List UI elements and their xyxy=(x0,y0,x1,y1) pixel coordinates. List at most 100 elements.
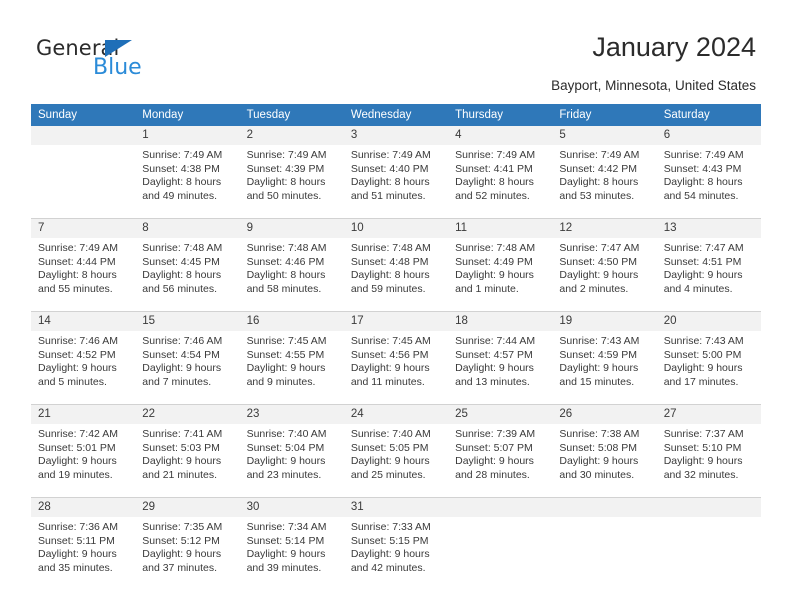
calendar-day-cell[interactable]: 23 Sunrise: 7:40 AM Sunset: 5:04 PM Dayligh… xyxy=(239,404,344,498)
day-number: 21 xyxy=(31,405,136,424)
calendar-day-cell[interactable]: 6 Sunrise: 7:49 AM Sunset: 4:43 PM Daylight… xyxy=(656,126,761,219)
day-number: 30 xyxy=(239,498,344,517)
sunrise-time: Sunrise: 7:49 AM xyxy=(663,149,744,161)
day-sun-info: Sunrise: 7:49 AM Sunset: 4:41 PM Daylight:… xyxy=(448,145,552,203)
daylight-duration-line1: Daylight: 8 hours xyxy=(663,176,743,189)
day-number: 10 xyxy=(343,219,449,238)
calendar-day-cell[interactable]: 2 Sunrise: 7:49 AM Sunset: 4:39 PM Daylight… xyxy=(239,126,344,219)
calendar-day-cell[interactable]: 8 Sunrise: 7:48 AM Sunset: 4:45 PM Daylight… xyxy=(135,218,240,312)
calendar-week-row: 28 Sunrise: 7:36 AM Sunset: 5:11 PM Dayligh… xyxy=(31,497,761,590)
calendar-day-cell[interactable]: 27 Sunrise: 7:37 AM Sunset: 5:10 PM Dayligh… xyxy=(656,404,761,498)
day-sun-info: Sunrise: 7:45 AM Sunset: 4:56 PM Daylight:… xyxy=(344,331,448,389)
day-number: 8 xyxy=(135,219,240,238)
day-sun-info: Sunrise: 7:46 AM Sunset: 4:54 PM Daylight:… xyxy=(135,331,239,389)
calendar-day-cell[interactable]: 15 Sunrise: 7:46 AM Sunset: 4:54 PM Dayligh… xyxy=(135,311,240,405)
daylight-duration-line2: and 51 minutes. xyxy=(350,189,426,202)
calendar-day-cell[interactable]: 22 Sunrise: 7:41 AM Sunset: 5:03 PM Dayligh… xyxy=(135,404,240,498)
daylight-duration-line1: Daylight: 8 hours xyxy=(246,176,326,189)
calendar-day-cell[interactable]: 24 Sunrise: 7:40 AM Sunset: 5:05 PM Dayligh… xyxy=(343,404,449,498)
calendar-day-cell[interactable]: 30 Sunrise: 7:34 AM Sunset: 5:14 PM Dayligh… xyxy=(239,497,344,590)
day-number: 11 xyxy=(448,219,553,238)
calendar-day-cell[interactable]: 18 Sunrise: 7:44 AM Sunset: 4:57 PM Dayligh… xyxy=(448,311,553,405)
daylight-duration-line2: and 7 minutes. xyxy=(142,375,212,388)
sunrise-time: Sunrise: 7:48 AM xyxy=(142,242,223,254)
day-sun-info: Sunrise: 7:48 AM Sunset: 4:45 PM Daylight:… xyxy=(135,238,239,296)
day-number: 4 xyxy=(448,126,553,145)
day-sun-info: Sunrise: 7:49 AM Sunset: 4:43 PM Daylight:… xyxy=(657,145,761,203)
sunset-time: Sunset: 5:00 PM xyxy=(663,348,742,361)
calendar-day-cell[interactable]: 12 Sunrise: 7:47 AM Sunset: 4:50 PM Dayligh… xyxy=(552,218,657,312)
day-sun-info: Sunrise: 7:47 AM Sunset: 4:51 PM Daylight:… xyxy=(657,238,761,296)
calendar-day-cell[interactable]: 4 Sunrise: 7:49 AM Sunset: 4:41 PM Daylight… xyxy=(448,126,553,219)
calendar-day-cell[interactable]: 26 Sunrise: 7:38 AM Sunset: 5:08 PM Dayligh… xyxy=(552,404,657,498)
calendar-day-cell[interactable]: 5 Sunrise: 7:49 AM Sunset: 4:42 PM Daylight… xyxy=(552,126,657,219)
daylight-duration-line1: Daylight: 8 hours xyxy=(38,269,117,282)
daylight-duration-line2: and 15 minutes. xyxy=(559,375,635,388)
weekday-header-tuesday: Tuesday xyxy=(239,104,344,126)
daylight-duration-line2: and 30 minutes. xyxy=(559,468,635,481)
day-sun-info: Sunrise: 7:39 AM Sunset: 5:07 PM Daylight:… xyxy=(448,424,552,482)
daylight-duration-line2: and 59 minutes. xyxy=(350,282,426,295)
sunset-time: Sunset: 4:51 PM xyxy=(663,255,742,268)
sunset-time: Sunset: 4:40 PM xyxy=(350,162,429,175)
day-number: 17 xyxy=(343,312,449,331)
sunset-time: Sunset: 4:39 PM xyxy=(246,162,325,175)
sunrise-time: Sunrise: 7:47 AM xyxy=(663,242,744,254)
calendar-day-cell[interactable]: 20 Sunrise: 7:43 AM Sunset: 5:00 PM Dayligh… xyxy=(656,311,761,405)
calendar-day-cell[interactable]: 29 Sunrise: 7:35 AM Sunset: 5:12 PM Dayligh… xyxy=(135,497,240,590)
sunset-time: Sunset: 4:48 PM xyxy=(350,255,429,268)
daylight-duration-line2: and 25 minutes. xyxy=(350,468,426,481)
daylight-duration-line2: and 13 minutes. xyxy=(455,375,530,388)
day-sun-info: Sunrise: 7:37 AM Sunset: 5:10 PM Daylight:… xyxy=(657,424,761,482)
day-number: 18 xyxy=(448,312,553,331)
day-sun-info: Sunrise: 7:48 AM Sunset: 4:46 PM Daylight:… xyxy=(240,238,344,296)
day-number: 7 xyxy=(31,219,136,238)
sunset-time: Sunset: 4:45 PM xyxy=(142,255,220,268)
day-sun-info: Sunrise: 7:48 AM Sunset: 4:48 PM Daylight:… xyxy=(344,238,448,296)
weekday-header-thursday: Thursday xyxy=(448,104,553,126)
calendar-day-cell[interactable]: 17 Sunrise: 7:45 AM Sunset: 4:56 PM Dayligh… xyxy=(343,311,449,405)
sunset-time: Sunset: 4:55 PM xyxy=(246,348,325,361)
sunrise-time: Sunrise: 7:49 AM xyxy=(142,149,223,161)
calendar-day-cell[interactable]: 7 Sunrise: 7:49 AM Sunset: 4:44 PM Daylight… xyxy=(31,218,136,312)
calendar-day-cell[interactable]: 14 Sunrise: 7:46 AM Sunset: 4:52 PM Dayligh… xyxy=(31,311,136,405)
day-number: 23 xyxy=(239,405,344,424)
day-sun-info: Sunrise: 7:44 AM Sunset: 4:57 PM Daylight:… xyxy=(448,331,552,389)
day-number xyxy=(448,498,553,517)
daylight-duration-line1: Daylight: 9 hours xyxy=(350,455,430,468)
day-sun-info: Sunrise: 7:40 AM Sunset: 5:05 PM Daylight:… xyxy=(344,424,448,482)
sunrise-time: Sunrise: 7:49 AM xyxy=(38,242,118,254)
daylight-duration-line2: and 5 minutes. xyxy=(38,375,107,388)
day-number: 22 xyxy=(135,405,240,424)
daylight-duration-line1: Daylight: 9 hours xyxy=(559,455,639,468)
day-number: 25 xyxy=(448,405,553,424)
day-number: 28 xyxy=(31,498,136,517)
day-number: 19 xyxy=(552,312,657,331)
calendar-day-cell[interactable]: 21 Sunrise: 7:42 AM Sunset: 5:01 PM Dayligh… xyxy=(31,404,136,498)
weekday-header-friday: Friday xyxy=(552,104,657,126)
sunset-time: Sunset: 4:52 PM xyxy=(38,348,116,361)
calendar-day-cell[interactable]: 1 Sunrise: 7:49 AM Sunset: 4:38 PM Daylight… xyxy=(135,126,240,219)
calendar-day-cell[interactable]: 13 Sunrise: 7:47 AM Sunset: 4:51 PM Dayligh… xyxy=(656,218,761,312)
daylight-duration-line2: and 37 minutes. xyxy=(142,561,217,574)
page-title: January 2024 xyxy=(592,32,756,62)
calendar-week-row: 14 Sunrise: 7:46 AM Sunset: 4:52 PM Dayligh… xyxy=(31,311,761,405)
calendar-day-cell[interactable]: 3 Sunrise: 7:49 AM Sunset: 4:40 PM Daylight… xyxy=(343,126,449,219)
day-number: 9 xyxy=(239,219,344,238)
calendar-day-cell[interactable]: 9 Sunrise: 7:48 AM Sunset: 4:46 PM Daylight… xyxy=(239,218,344,312)
calendar-day-cell[interactable]: 31 Sunrise: 7:33 AM Sunset: 5:15 PM Dayligh… xyxy=(343,497,449,590)
calendar-day-cell[interactable]: 16 Sunrise: 7:45 AM Sunset: 4:55 PM Dayligh… xyxy=(239,311,344,405)
daylight-duration-line1: Daylight: 9 hours xyxy=(663,455,743,468)
calendar-day-cell[interactable]: 10 Sunrise: 7:48 AM Sunset: 4:48 PM Dayligh… xyxy=(343,218,449,312)
daylight-duration-line2: and 17 minutes. xyxy=(663,375,739,388)
sunrise-time: Sunrise: 7:44 AM xyxy=(455,335,536,347)
sunrise-time: Sunrise: 7:41 AM xyxy=(142,428,223,440)
daylight-duration-line2: and 56 minutes. xyxy=(142,282,217,295)
sunrise-time: Sunrise: 7:47 AM xyxy=(559,242,640,254)
calendar-day-cell[interactable]: 11 Sunrise: 7:48 AM Sunset: 4:49 PM Dayligh… xyxy=(448,218,553,312)
calendar-day-cell[interactable]: 19 Sunrise: 7:43 AM Sunset: 4:59 PM Dayligh… xyxy=(552,311,657,405)
weekday-header-wednesday: Wednesday xyxy=(343,104,449,126)
calendar-day-cell[interactable]: 25 Sunrise: 7:39 AM Sunset: 5:07 PM Dayligh… xyxy=(448,404,553,498)
daylight-duration-line1: Daylight: 9 hours xyxy=(455,455,534,468)
calendar-day-cell[interactable]: 28 Sunrise: 7:36 AM Sunset: 5:11 PM Dayligh… xyxy=(31,497,136,590)
